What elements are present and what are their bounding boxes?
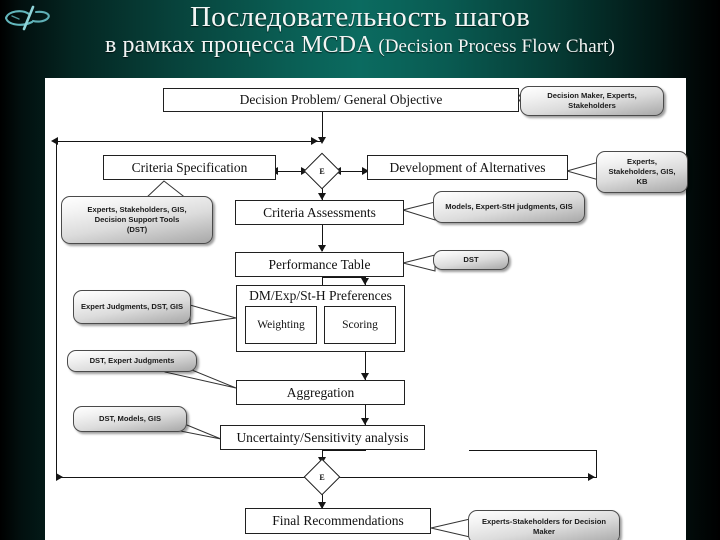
- arrowhead-down-performance-table: [317, 245, 326, 252]
- callout-decision-maker-experts[interactable]: Decision Maker, Experts, Stakeholders: [520, 86, 664, 116]
- callout-text: DST, Models, GIS: [98, 413, 162, 423]
- callout-text: Expert Judgments, DST, GIS: [80, 301, 184, 311]
- node-criteria-assessments[interactable]: Criteria Assessments: [235, 200, 404, 225]
- node-aggregation[interactable]: Aggregation: [236, 380, 405, 405]
- connector-problem-to-junction: [322, 112, 323, 139]
- arrowhead-right-top-feedback: [311, 136, 318, 145]
- callout-text: DST, Expert Judgments: [89, 355, 175, 365]
- callout-experts-stakeholders-gis-kb[interactable]: Experts, Stakeholders, GIS, KB: [596, 151, 688, 193]
- callout-models-expert-judgments[interactable]: Models, Expert-StH judgments, GIS: [433, 191, 585, 223]
- node-uncertainty-sensitivity[interactable]: Uncertainty/Sensitivity analysis: [220, 425, 425, 450]
- callout-expert-judgments-dst-gis[interactable]: Expert Judgments, DST, GIS: [73, 290, 191, 324]
- node-label: Performance Table: [268, 256, 371, 272]
- title-line-secondary-en: (Decision Process Flow Chart): [378, 35, 615, 57]
- node-criteria-specification[interactable]: Criteria Specification: [103, 155, 276, 180]
- node-performance-table[interactable]: Performance Table: [235, 252, 404, 277]
- connector-table-to-preferences-h: [322, 277, 366, 278]
- connector-uncertainty-h: [322, 450, 366, 451]
- node-label: Development of Alternatives: [389, 159, 546, 175]
- node-label: Aggregation: [286, 384, 355, 400]
- callout-text: Experts-Stakeholders for Decision Maker: [481, 516, 607, 536]
- callout-text: Models, Expert-StH judgments, GIS: [445, 201, 573, 211]
- callout-text-line2: Decision Support Tools: [94, 214, 180, 224]
- callout-text: Decision Maker, Experts, Stakeholders: [547, 90, 637, 110]
- callout-experts-stakeholders-decision-maker[interactable]: Experts-Stakeholders for Decision Maker: [468, 510, 620, 540]
- arrowhead-down-uncertainty: [360, 418, 369, 425]
- node-label: Criteria Assessments: [263, 204, 376, 220]
- node-development-alternatives[interactable]: Development of Alternatives: [367, 155, 568, 180]
- arrowhead-down-assessments: [317, 193, 326, 200]
- junction-top-label: E: [319, 166, 325, 176]
- callout-text-line3: (DST): [126, 225, 148, 234]
- node-label: Uncertainty/Sensitivity analysis: [236, 429, 409, 445]
- title-line-primary: Последовательность шагов: [189, 1, 531, 33]
- title-line-secondary-ru: в рамках процесса MCDA: [105, 31, 379, 58]
- arrowhead-down-aggregation: [360, 373, 369, 380]
- node-decision-problem[interactable]: Decision Problem/ General Objective: [163, 88, 519, 112]
- node-label: Scoring: [342, 319, 378, 331]
- title-line-secondary: в рамках процесса MCDA (Decision Process…: [0, 31, 720, 58]
- callout-experts-stakeholders-dst[interactable]: Experts, Stakeholders, GIS, Decision Sup…: [61, 196, 213, 244]
- node-scoring[interactable]: Scoring: [324, 306, 396, 344]
- connector-bottom-right-riser: [596, 450, 597, 478]
- callout-text-line1: Experts, Stakeholders, GIS,: [87, 204, 187, 214]
- callout-text: DST: [463, 254, 479, 264]
- node-label: Criteria Specification: [131, 159, 248, 175]
- callout-dst-expert-judgments[interactable]: DST, Expert Judgments: [67, 350, 197, 372]
- connector-uncertainty-to-riser: [469, 450, 597, 451]
- slide-root: Последовательность шагов в рамках процес…: [0, 0, 720, 540]
- diagram-canvas: Decision Problem/ General Objective Crit…: [45, 78, 688, 540]
- callout-text: Experts, Stakeholders, GIS, KB: [608, 156, 676, 186]
- arrowhead-right-bottom-feedback-left: [56, 472, 63, 481]
- node-label: Decision Problem/ General Objective: [239, 92, 443, 107]
- arrowhead-down-preferences: [360, 278, 369, 285]
- callout-dst-models-gis[interactable]: DST, Models, GIS: [73, 406, 187, 432]
- node-preferences-label: DM/Exp/St-H Preferences: [249, 288, 392, 303]
- node-label: Weighting: [257, 319, 305, 331]
- node-label: Final Recommendations: [272, 513, 404, 528]
- connector-left-rail: [56, 141, 57, 478]
- junction-bottom-label: E: [319, 472, 325, 482]
- node-final-recommendations[interactable]: Final Recommendations: [245, 508, 431, 534]
- slide-title: Последовательность шагов в рамках процес…: [0, 2, 720, 58]
- connector-top-feedback-horizontal: [56, 141, 323, 142]
- callout-dst[interactable]: DST: [433, 250, 509, 270]
- arrowhead-right-bottom-feedback-right: [588, 472, 595, 481]
- node-weighting[interactable]: Weighting: [245, 306, 317, 344]
